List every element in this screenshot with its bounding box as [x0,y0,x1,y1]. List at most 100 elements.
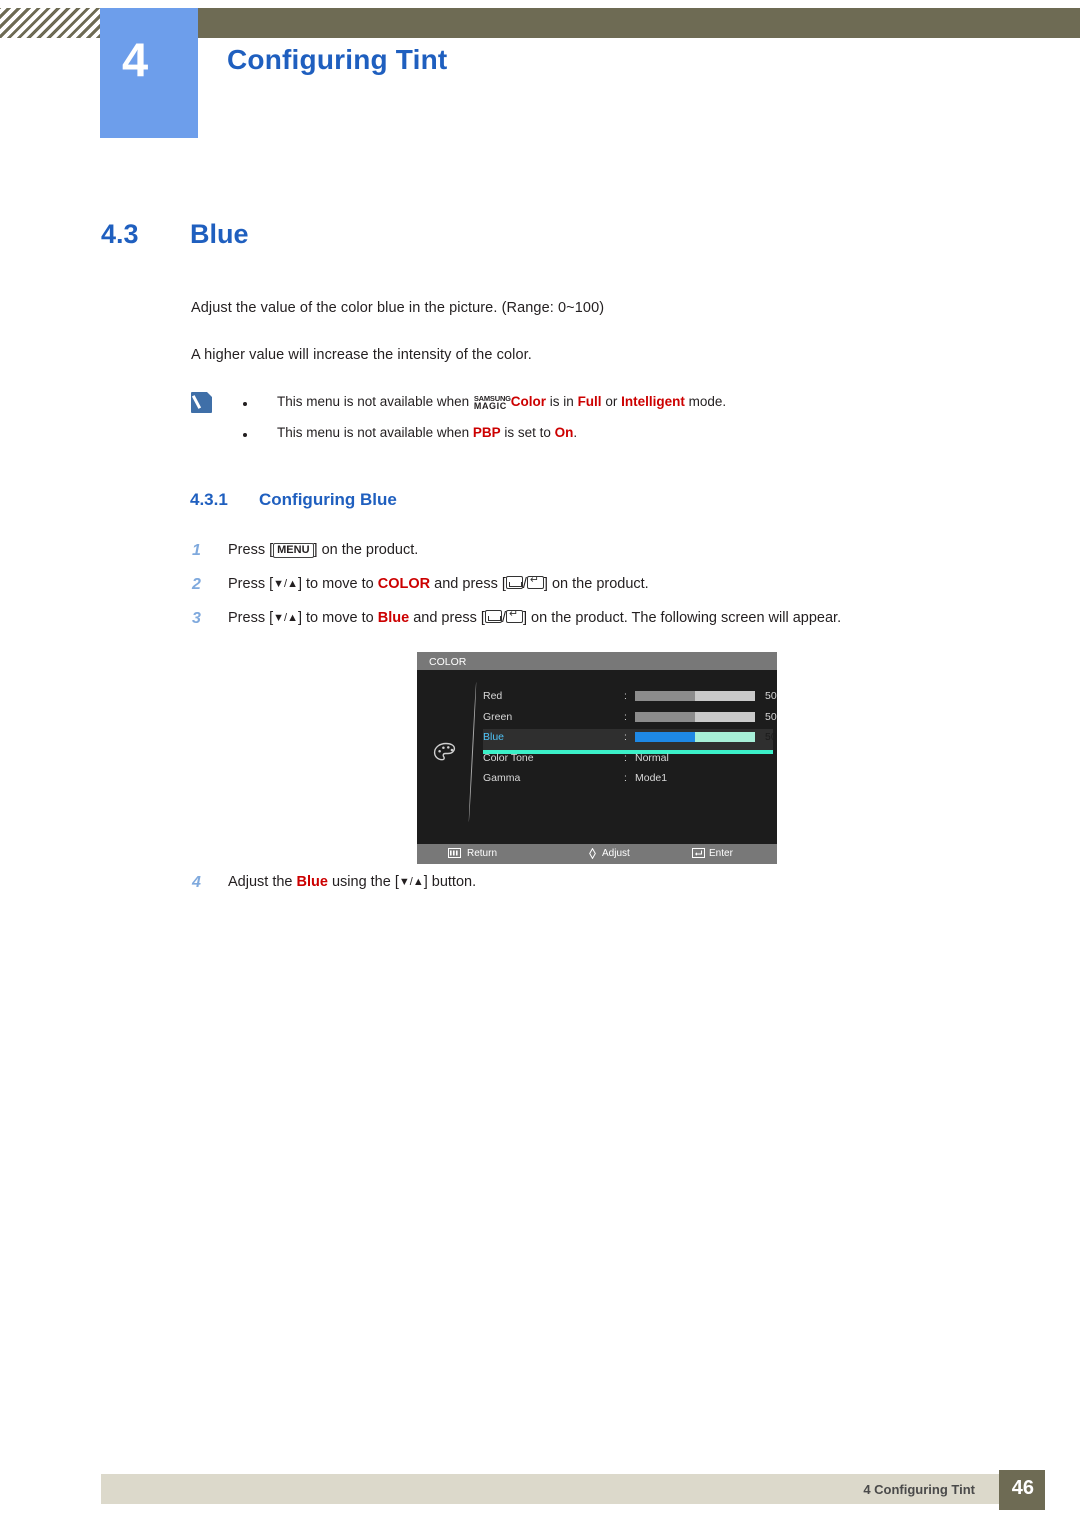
subsection-number: 4.3.1 [190,490,228,509]
osd-footer-adjust-label: Adjust [602,848,630,859]
osd-row-green-label: Green [483,710,513,723]
note-bullet [243,402,247,406]
note-line-1-mid: is in [546,394,578,409]
step-4-pre: Adjust the [228,874,297,890]
body-paragraph-1: Adjust the value of the color blue in th… [191,300,605,316]
osd-row-blue-slider[interactable] [635,732,755,742]
note-line-2-pbp: PBP [472,425,501,440]
magic-bottom: MAGIC [473,400,507,411]
return-symbol-icon [484,610,502,623]
osd-row-green[interactable]: Green : 50 [483,709,777,730]
osd-row-green-colon: : [624,710,627,723]
chapter-number-block [100,8,198,138]
step-number-2: 2 [192,576,201,593]
step-1-pre: Press [ [228,542,274,558]
note-line-2: This menu is not available when PBP is s… [277,425,577,440]
osd-row-blue[interactable]: Blue : 50 [483,729,777,750]
step-text-3: Press [▼/▲] to move to Blue and press [/… [228,607,842,626]
osd-row-red-label: Red [483,690,503,702]
note-line-1-intelligent: Intelligent [621,394,685,409]
step-3-mid: ] to move to [297,610,378,626]
osd-row-gamma[interactable]: Gamma : Mode1 [483,770,773,791]
osd-row-red-value: 50 [765,690,777,702]
osd-footer: Return Adjust Enter [417,844,777,864]
step-2-pre: Press [ [228,576,274,592]
step-number-4: 4 [192,874,201,891]
enter-symbol-icon [526,573,544,589]
page-number: 46 [1011,1477,1034,1499]
step-text-1: Press [MENU] on the product. [228,542,418,558]
osd-title-bar [417,652,777,670]
osd-row-red-slider[interactable] [635,691,755,701]
osd-row-green-slider-fill [635,711,695,722]
step-number-3: 3 [192,610,201,627]
section-number: 4.3 [101,219,139,249]
osd-row-red[interactable]: Red : 50 [483,688,777,709]
step-4-mid: using the [ [327,874,399,890]
osd-rows: Red : 50 Green : 50 Blue : 50 Color Tone… [483,688,777,791]
enter-symbol-icon [505,607,523,623]
subsection-title: Configuring Blue [259,490,397,509]
step-text-4: Adjust the Blue using the [▼/▲] button. [228,874,476,890]
step-number-1: 1 [192,542,201,559]
section-title: Blue [190,219,249,249]
note-line-2-post: . [573,425,578,440]
down-up-arrow-icon: ▼/▲ [398,876,424,888]
return-icon [448,848,461,861]
note-line-2-on: On [554,425,574,440]
osd-row-green-value: 50 [765,710,777,723]
step-3-target: Blue [377,610,410,626]
osd-row-blue-label: Blue [483,731,505,743]
note-icon-fold [207,392,215,400]
adjust-icon [587,847,598,862]
header-bar [190,8,1080,38]
osd-row-red-colon: : [624,690,627,702]
osd-row-color-tone-colon: : [624,751,627,764]
body-paragraph-2: A higher value will increase the intensi… [191,347,532,363]
note-line-1-color-word: Color [510,394,547,409]
step-3-pre: Press [ [228,610,274,626]
step-2-mid: ] to move to [297,576,378,592]
step-2-target: COLOR [377,576,431,592]
chapter-number: 4 [122,33,149,86]
osd-row-color-tone-label: Color Tone [483,751,534,764]
page-header: 4 Configuring Tint [0,0,1080,140]
note-bullet [243,433,247,437]
palette-icon [433,742,459,764]
step-4-post: ] button. [423,874,477,890]
down-up-arrow-icon: ▼/▲ [273,578,298,590]
osd-row-blue-value: 50 [765,731,777,743]
menu-keycap: MENU [273,543,314,558]
osd-row-blue-colon: : [624,731,627,743]
note-line-1-post: mode. [684,394,727,409]
note-line-2-mid: is set to [500,425,555,440]
step-1-post: ] on the product. [313,542,419,558]
step-3-mid2: and press [ [409,610,485,626]
osd-row-green-slider[interactable] [635,711,755,722]
note-pencil-icon [191,392,215,414]
note-line-1: This menu is not available when SAMSUNG M… [277,394,726,410]
osd-row-gamma-colon: : [624,772,627,784]
down-up-arrow-icon: ▼/▲ [273,612,298,624]
osd-row-gamma-label: Gamma [483,772,521,784]
osd-row-blue-slider-fill [635,732,695,742]
step-3-post: ] on the product. The following screen w… [522,610,842,626]
note-line-2-pre: This menu is not available when [277,425,473,440]
osd-title: COLOR [429,656,467,668]
osd-footer-enter-label: Enter [709,848,733,859]
note-line-1-full: Full [577,394,602,409]
chapter-title: Configuring Tint [227,44,448,75]
note-line-1-pre: This menu is not available when [277,394,473,409]
header-hatch-decoration [0,8,100,38]
samsung-magic-logo: SAMSUNG MAGIC [473,394,511,411]
footer-text: 4 Configuring Tint [863,1482,975,1497]
note-line-1-or: or [601,394,622,409]
osd-footer-return-label: Return [467,848,498,859]
enter-icon [692,848,705,861]
osd-row-color-tone-value: Normal [635,751,669,764]
step-text-2: Press [▼/▲] to move to COLOR and press [… [228,573,649,592]
step-2-post: ] on the product. [543,576,649,592]
osd-row-color-tone[interactable]: Color Tone : Normal [483,750,773,771]
return-symbol-icon [505,576,523,589]
osd-row-red-slider-fill [635,691,695,701]
